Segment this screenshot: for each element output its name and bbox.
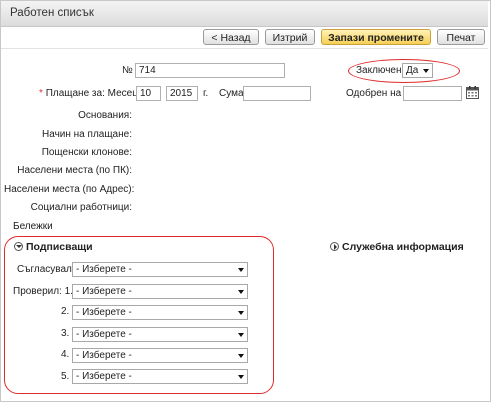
checked-4-label: 4.	[61, 349, 70, 360]
checked-2-select[interactable]: - Изберете -	[72, 305, 248, 320]
places-address-label: Населени места (по Адрес):	[4, 184, 135, 195]
post-branches-label: Пощенски клонове:	[41, 147, 132, 158]
amount-label: Сума	[219, 88, 244, 99]
checked-5-label: 5.	[61, 371, 70, 382]
checked-1-select-value: - Изберете -	[76, 286, 132, 297]
payment-label: * Плащане за: Месец	[39, 88, 138, 99]
print-button[interactable]: Печат	[437, 29, 485, 45]
checked-1-select[interactable]: - Изберете -	[72, 284, 248, 299]
delete-button[interactable]: Изтрий	[265, 29, 315, 45]
checked-5-select[interactable]: - Изберете -	[72, 369, 248, 384]
checked-3-select-value: - Изберете -	[76, 329, 132, 340]
window-titlebar: Работен списък	[1, 1, 488, 27]
calendar-icon[interactable]	[466, 86, 479, 99]
year-suffix: г.	[203, 88, 209, 99]
checked-4-select-value: - Изберете -	[76, 350, 132, 361]
approved-date-input[interactable]	[403, 86, 462, 101]
checked-4-select[interactable]: - Изберете -	[72, 348, 248, 363]
chevron-down-icon	[238, 290, 244, 294]
chevron-down-icon	[238, 354, 244, 358]
chevron-down-icon	[423, 69, 429, 73]
approved-label: Одобрен на	[346, 88, 402, 99]
year-input[interactable]: 2015	[166, 86, 198, 101]
month-input[interactable]: 10	[136, 86, 161, 101]
chevron-down-icon	[238, 375, 244, 379]
basis-label: Основания:	[78, 110, 132, 121]
checked-2-select-value: - Изберете -	[76, 307, 132, 318]
checked-5-select-value: - Изберете -	[76, 371, 132, 382]
amount-input[interactable]	[243, 86, 311, 101]
agreed-label: Съгласувал	[17, 264, 72, 275]
locked-select-value: Да	[406, 65, 419, 76]
collapse-signers-icon[interactable]	[14, 242, 23, 251]
checked-3-label: 3.	[61, 328, 70, 339]
number-input[interactable]: 714	[135, 63, 285, 78]
agreed-select-value: - Изберете -	[76, 264, 132, 275]
required-marker: *	[39, 88, 43, 99]
window-title: Работен списък	[10, 7, 94, 19]
checked-2-label: 2.	[61, 306, 70, 317]
checked-3-select[interactable]: - Изберете -	[72, 327, 248, 342]
service-info-title[interactable]: Служебна информация	[342, 241, 464, 253]
chevron-down-icon	[238, 333, 244, 337]
chevron-down-icon	[238, 268, 244, 272]
checked-label: Проверил: 1.	[13, 286, 73, 297]
agreed-select[interactable]: - Изберете -	[72, 262, 248, 277]
payment-method-label: Начин на плащане:	[42, 129, 132, 140]
expand-service-info-icon[interactable]	[330, 242, 339, 251]
signers-title[interactable]: Подписващи	[26, 241, 93, 253]
locked-select[interactable]: Да	[402, 63, 433, 78]
number-label: №	[122, 65, 133, 76]
save-changes-button[interactable]: Запази промените	[321, 29, 431, 45]
social-workers-label: Социални работници:	[30, 202, 132, 213]
chevron-down-icon	[238, 311, 244, 315]
locked-label: Заключен	[356, 65, 402, 76]
back-button[interactable]: < Назад	[203, 29, 259, 45]
payment-label-text: Плащане за: Месец	[45, 88, 138, 99]
places-pk-label: Населени места (по ПК):	[17, 165, 132, 176]
notes-label: Бележки	[13, 221, 53, 232]
